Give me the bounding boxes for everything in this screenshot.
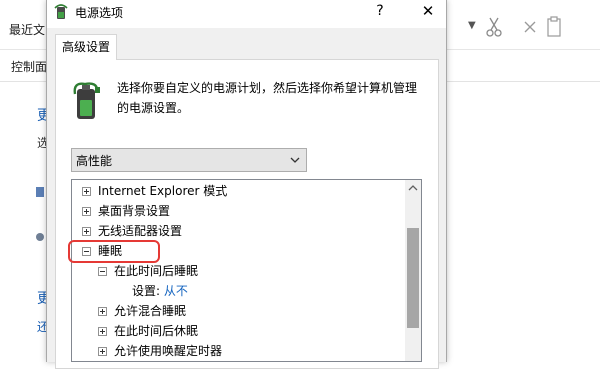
expand-toggle[interactable] bbox=[82, 207, 91, 216]
close-button[interactable]: ✕ bbox=[415, 0, 441, 24]
scroll-thumb[interactable] bbox=[407, 228, 419, 328]
setting-value-link[interactable]: 从不 bbox=[164, 284, 188, 298]
dialog-title: 电源选项 bbox=[75, 6, 124, 20]
tree-item-label: 桌面背景设置 bbox=[98, 204, 171, 218]
power-options-icon bbox=[54, 4, 68, 19]
control-panel-label[interactable]: 控制面 bbox=[11, 58, 47, 75]
cut-x-icon[interactable] bbox=[522, 18, 538, 36]
power-options-dialog: 电源选项 ? ✕ 高级设置 选择你要自定义的电源计划，然后选择你希望计算机管理的… bbox=[46, 0, 447, 369]
app-icon bbox=[36, 187, 44, 197]
help-button[interactable]: ? bbox=[369, 0, 391, 24]
collapse-toggle[interactable] bbox=[98, 267, 107, 276]
tab-advanced-settings[interactable]: 高级设置 bbox=[55, 34, 117, 60]
tree-item-label: 在此时间后休眠 bbox=[114, 324, 199, 338]
tree-item-label: 无线适配器设置 bbox=[98, 224, 183, 238]
scroll-up-arrow-icon[interactable] bbox=[405, 180, 421, 197]
power-plan-select[interactable]: 高性能 bbox=[71, 148, 307, 172]
title-bar[interactable]: 电源选项 ? ✕ bbox=[47, 0, 446, 28]
settings-tree: Internet Explorer 模式 桌面背景设置 无线适配器设置 睡眠 在… bbox=[71, 179, 422, 362]
expand-toggle[interactable] bbox=[98, 347, 107, 356]
chevron-down-icon[interactable]: ▼ bbox=[468, 20, 476, 31]
battery-plug-icon bbox=[73, 82, 100, 119]
vertical-scrollbar[interactable] bbox=[405, 180, 421, 361]
expand-toggle[interactable] bbox=[82, 227, 91, 236]
moon-icon bbox=[36, 233, 44, 241]
tree-item-label: 允许混合睡眠 bbox=[114, 304, 187, 318]
expand-toggle[interactable] bbox=[82, 187, 91, 196]
expand-toggle[interactable] bbox=[98, 307, 107, 316]
tree-item-label: 允许使用唤醒定时器 bbox=[114, 344, 223, 358]
recent-label[interactable]: 最近文 bbox=[9, 21, 45, 38]
paste-icon[interactable] bbox=[546, 16, 562, 38]
setting-row[interactable]: 设置: 从不 bbox=[132, 281, 188, 301]
tree-item-label: Internet Explorer 模式 bbox=[98, 184, 228, 198]
dropdown-arrow-icon bbox=[290, 157, 300, 163]
scissors-icon[interactable] bbox=[484, 16, 504, 38]
highlight-box bbox=[68, 240, 160, 263]
power-plan-value: 高性能 bbox=[76, 154, 113, 168]
description-text: 选择你要自定义的电源计划，然后选择你希望计算机管理的电源设置。 bbox=[117, 81, 418, 115]
tree-item-label: 在此时间后睡眠 bbox=[114, 264, 199, 278]
setting-label: 设置: bbox=[132, 284, 161, 298]
expand-toggle[interactable] bbox=[98, 327, 107, 336]
